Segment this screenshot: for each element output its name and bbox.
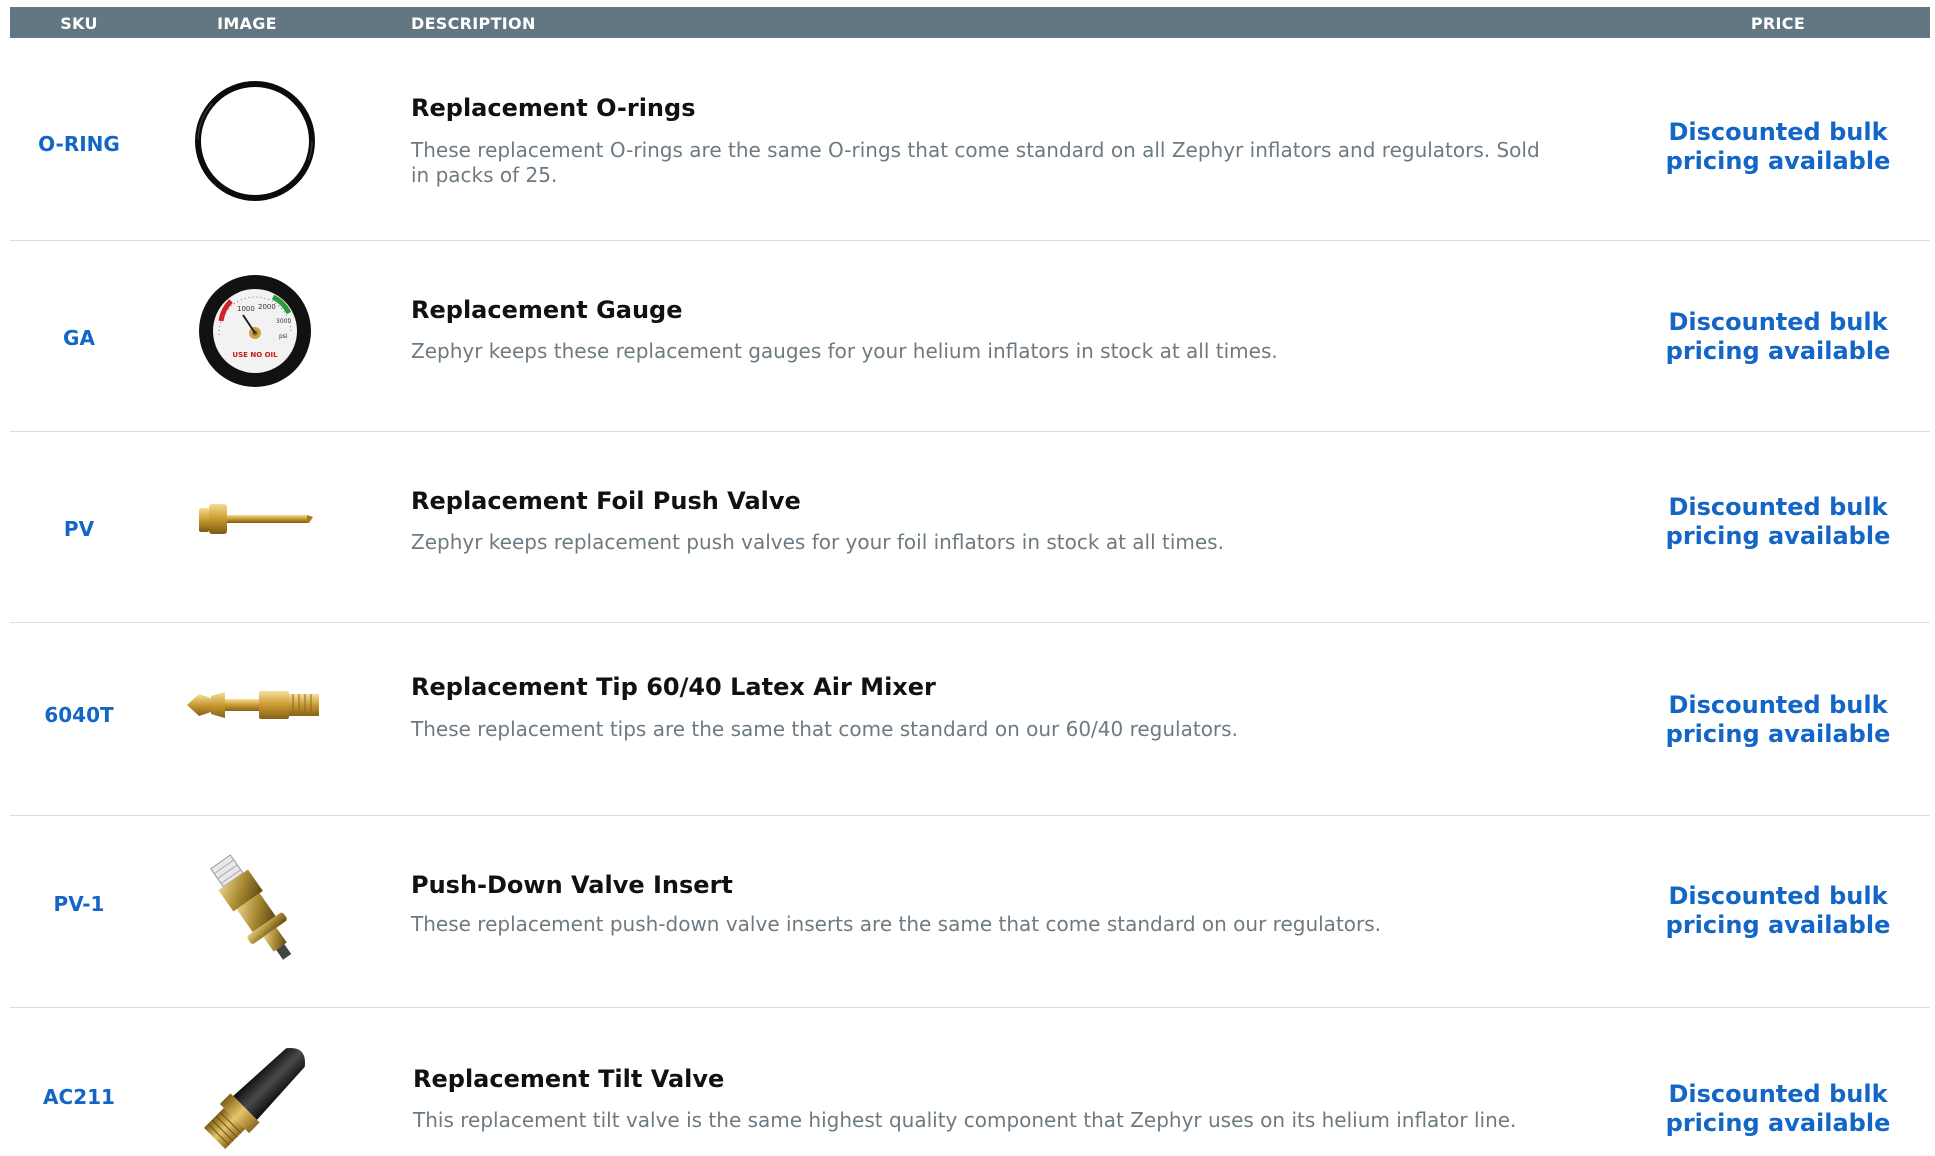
gauge-icon: 1000 2000 3000 psi USE NO OIL	[199, 275, 311, 387]
gauge-label-use-no-oil: USE NO OIL	[232, 351, 278, 359]
sku-link[interactable]: PV-1	[10, 892, 148, 916]
product-title: Replacement Gauge	[411, 296, 683, 324]
sku-link[interactable]: O-RING	[10, 132, 148, 156]
product-title: Replacement Tilt Valve	[413, 1065, 725, 1093]
sku-link[interactable]: AC211	[10, 1085, 148, 1109]
product-image[interactable]	[180, 1040, 330, 1156]
product-title: Push-Down Valve Insert	[411, 871, 733, 899]
price-link[interactable]: Discounted bulk pricing available	[1658, 118, 1898, 176]
table-row: PV-1 Push-Down Valve Insert These replac…	[10, 816, 1930, 1008]
price-link[interactable]: Discounted bulk pricing available	[1658, 882, 1898, 940]
product-title: Replacement Tip 60/40 Latex Air Mixer	[411, 673, 936, 701]
product-image[interactable]: 1000 2000 3000 psi USE NO OIL	[180, 271, 330, 391]
product-image[interactable]	[180, 76, 330, 206]
table-row: O-RING Replacement O-rings These replace…	[10, 38, 1930, 241]
sku-link[interactable]: GA	[10, 326, 148, 350]
price-link[interactable]: Discounted bulk pricing available	[1658, 308, 1898, 366]
product-description: Zephyr keeps replacement push valves for…	[411, 530, 1224, 554]
o-ring-icon	[195, 81, 315, 201]
header-sku: SKU	[60, 14, 98, 33]
header-image: IMAGE	[217, 14, 277, 33]
product-description: These replacement tips are the same that…	[411, 717, 1238, 741]
product-title: Replacement O-rings	[411, 94, 696, 122]
table-row: GA 1000 2000 3000 psi USE NO OIL Replace…	[10, 241, 1930, 432]
product-description: Zephyr keeps these replacement gauges fo…	[411, 339, 1278, 363]
header-description: DESCRIPTION	[411, 14, 536, 33]
price-link[interactable]: Discounted bulk pricing available	[1658, 493, 1898, 551]
tilt-valve-icon	[203, 1047, 306, 1150]
table-row: 6040T Replacement Tip 60/40 Latex Air Mi…	[10, 623, 1930, 816]
table-row: PV Replacement Foil Push Valve Zephyr ke…	[10, 432, 1930, 623]
sku-link[interactable]: 6040T	[10, 703, 148, 727]
gauge-label-1000: 1000	[237, 305, 255, 313]
product-image[interactable]	[180, 846, 330, 976]
gauge-label-3000: 3000	[276, 318, 291, 325]
push-valve-icon	[199, 504, 313, 534]
sku-link[interactable]: PV	[10, 517, 148, 541]
valve-insert-icon	[210, 854, 292, 960]
product-description: These replacement push-down valve insert…	[411, 912, 1382, 936]
product-image[interactable]	[180, 490, 330, 550]
product-image[interactable]	[180, 675, 330, 735]
header-price: PRICE	[1750, 14, 1806, 33]
price-link[interactable]: Discounted bulk pricing available	[1658, 691, 1898, 749]
price-link[interactable]: Discounted bulk pricing available	[1658, 1080, 1898, 1138]
tip-icon	[187, 691, 319, 719]
product-title: Replacement Foil Push Valve	[411, 487, 801, 515]
gauge-label-2000: 2000	[258, 303, 276, 311]
gauge-label-psi: psi	[279, 333, 288, 340]
table-header: SKU IMAGE DESCRIPTION PRICE	[10, 7, 1930, 38]
product-description: These replacement O-rings are the same O…	[411, 138, 1540, 187]
table-row: AC211 Replacement Tilt Valve This replac…	[10, 1008, 1930, 1150]
product-description: This replacement tilt valve is the same …	[413, 1108, 1517, 1132]
